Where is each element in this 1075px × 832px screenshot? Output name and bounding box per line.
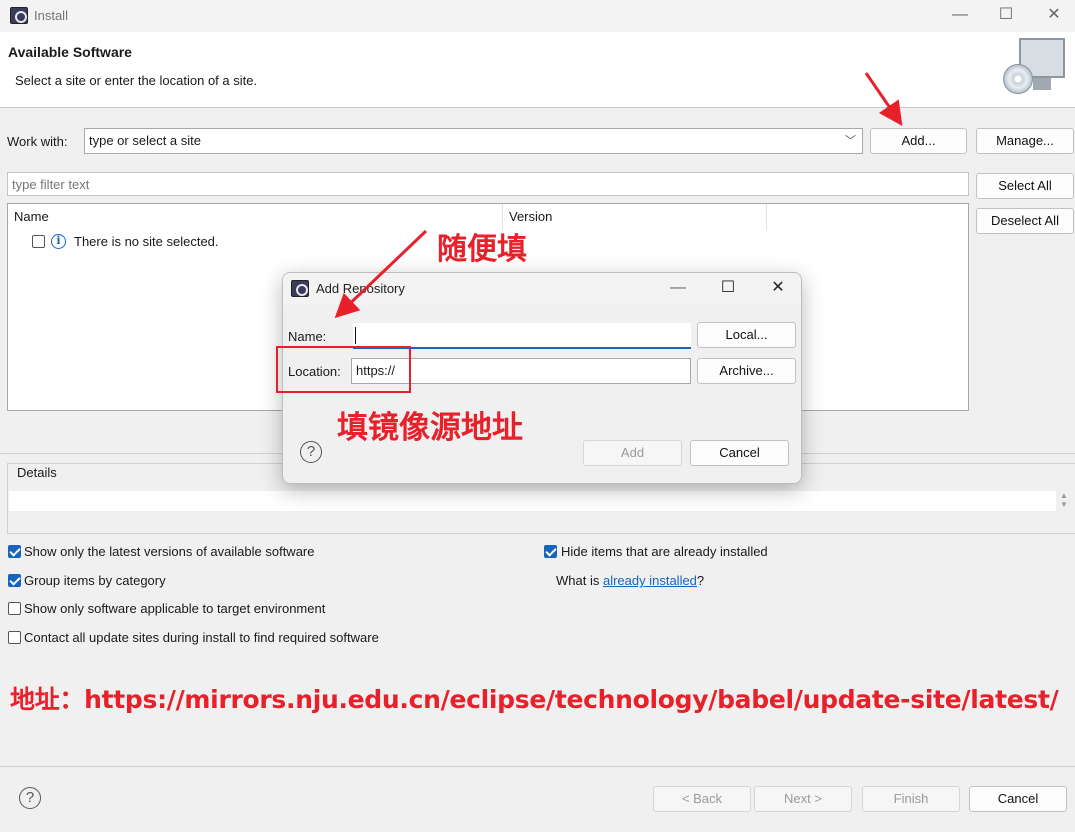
annotation-arrows xyxy=(334,72,903,319)
arrow-to-add-button xyxy=(864,72,903,126)
arrow-to-name-field xyxy=(334,229,428,319)
